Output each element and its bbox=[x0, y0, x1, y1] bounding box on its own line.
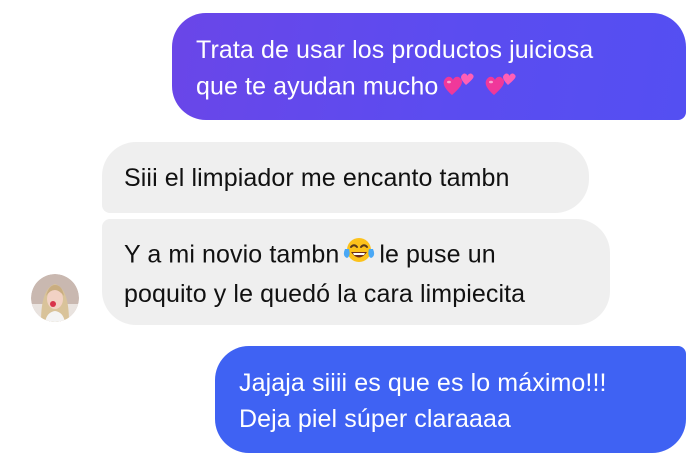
incoming-message-bubble[interactable]: Siii el limpiador me encanto tambn bbox=[102, 142, 589, 213]
message-text: Trata de usar los productos juiciosa bbox=[196, 36, 594, 64]
outgoing-message-bubble[interactable]: Jajaja siiii es que es lo máximo!!! Deja… bbox=[215, 346, 686, 453]
message-text: Deja piel súper claraaaa bbox=[239, 405, 512, 433]
two-hearts-icon bbox=[484, 68, 518, 108]
message-text-line-1: Y a mi novio tambn le puse un bbox=[124, 236, 610, 276]
message-text-line-2: que te ayudan mucho bbox=[196, 68, 686, 108]
incoming-message-bubble[interactable]: Y a mi novio tambn le puse un poquito y … bbox=[102, 219, 610, 325]
message-text: que te ayudan mucho bbox=[196, 72, 439, 101]
tears-of-joy-icon bbox=[343, 236, 375, 276]
message-text: Siii el limpiador me encanto tambn bbox=[124, 164, 510, 192]
two-hearts-icon bbox=[442, 68, 476, 108]
message-text: poquito y le quedó la cara limpiecita bbox=[124, 280, 526, 308]
outgoing-message-bubble[interactable]: Trata de usar los productos juiciosa que… bbox=[172, 13, 686, 120]
message-text: Jajaja siiii es que es lo máximo!!! bbox=[239, 369, 607, 397]
message-text: Y a mi novio tambn bbox=[124, 240, 340, 269]
message-text: le puse un bbox=[379, 240, 496, 269]
contact-avatar[interactable] bbox=[31, 274, 79, 322]
